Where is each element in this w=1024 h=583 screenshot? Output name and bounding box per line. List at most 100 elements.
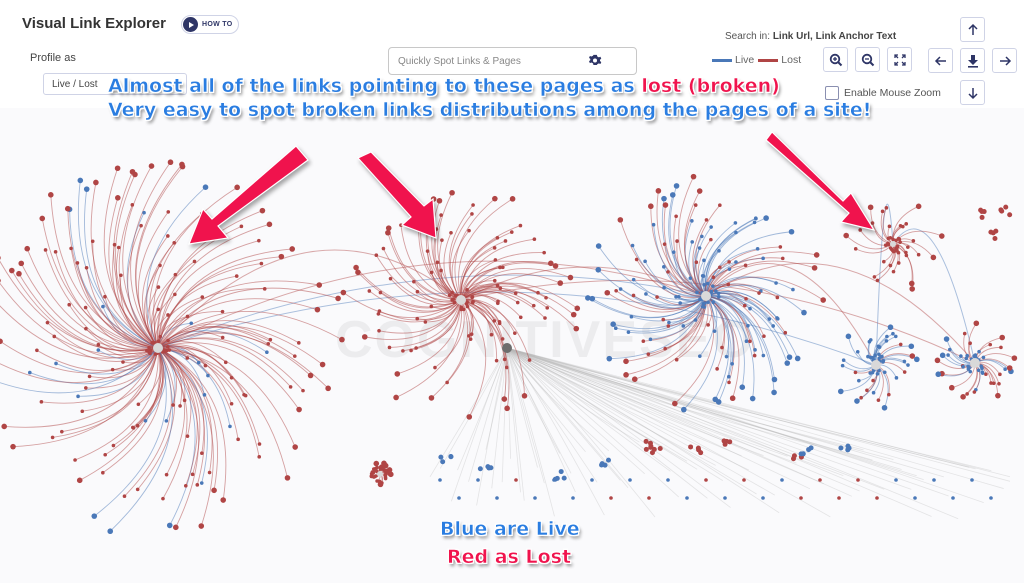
lost-node bbox=[988, 342, 993, 347]
hub-ring-node bbox=[709, 289, 714, 294]
lost-node bbox=[339, 336, 345, 343]
small-group-node bbox=[643, 438, 649, 444]
lost-node bbox=[87, 374, 92, 379]
lost-node bbox=[906, 245, 910, 249]
small-group-node bbox=[440, 459, 446, 465]
lost-node bbox=[307, 372, 314, 379]
lost-node bbox=[103, 452, 108, 457]
annotation-line-2: Very easy to spot broken links distribut… bbox=[108, 99, 872, 122]
lost-node bbox=[495, 301, 500, 306]
lost-node bbox=[39, 215, 46, 222]
lost-node bbox=[872, 275, 877, 279]
live-node bbox=[753, 216, 758, 220]
lost-node bbox=[875, 278, 880, 283]
hub-ring-node bbox=[894, 238, 898, 243]
live-node bbox=[673, 183, 680, 189]
lost-node bbox=[706, 323, 710, 327]
leaf-node bbox=[799, 496, 803, 500]
lost-node bbox=[200, 295, 205, 299]
hub-ring-node bbox=[167, 348, 172, 352]
lost-node bbox=[135, 423, 140, 428]
lost-node bbox=[909, 286, 915, 292]
lost-node bbox=[429, 304, 434, 309]
live-node bbox=[265, 350, 269, 355]
lost-node bbox=[296, 406, 302, 413]
lost-node bbox=[521, 393, 528, 399]
small-group-node bbox=[648, 443, 654, 449]
small-group-node bbox=[838, 445, 844, 451]
hub-node bbox=[871, 360, 881, 370]
lost-node bbox=[430, 196, 437, 202]
lost-node bbox=[292, 444, 298, 450]
lost-node bbox=[50, 435, 55, 440]
live-node bbox=[697, 246, 702, 250]
lost-node bbox=[674, 214, 678, 219]
lost-node bbox=[531, 303, 536, 308]
lost-node bbox=[999, 334, 1006, 341]
lost-node bbox=[111, 443, 116, 448]
leaf-node bbox=[704, 478, 708, 482]
lost-node bbox=[896, 261, 901, 265]
hub-ring-node bbox=[378, 480, 382, 484]
lost-node bbox=[780, 256, 785, 261]
small-group-node bbox=[806, 447, 812, 453]
lost-node bbox=[43, 248, 48, 252]
lost-node bbox=[948, 384, 955, 391]
live-node bbox=[771, 324, 775, 328]
lost-node bbox=[166, 210, 171, 214]
neutral-edge bbox=[506, 347, 1011, 478]
lost-node bbox=[775, 295, 780, 300]
lost-node bbox=[116, 245, 121, 250]
lost-node bbox=[694, 260, 699, 265]
lost-node bbox=[536, 290, 540, 295]
hub-ring-node bbox=[875, 372, 880, 376]
lost-node bbox=[131, 426, 136, 430]
live-node bbox=[1003, 367, 1007, 372]
lost-node bbox=[574, 305, 581, 312]
lost-node bbox=[223, 360, 228, 365]
lost-node bbox=[968, 341, 972, 346]
hub-ring-node bbox=[459, 305, 464, 310]
live-node bbox=[884, 339, 889, 343]
lost-node bbox=[631, 293, 636, 298]
small-group-node bbox=[649, 450, 655, 456]
lost-node bbox=[415, 289, 420, 294]
leaf-node bbox=[685, 496, 689, 500]
hub-ring-node bbox=[882, 370, 887, 375]
small-group-node bbox=[998, 207, 1004, 213]
lost-node bbox=[414, 346, 418, 350]
lost-node bbox=[394, 371, 401, 377]
lost-node bbox=[417, 217, 421, 222]
small-group-node bbox=[846, 445, 852, 451]
lost-node bbox=[972, 390, 977, 394]
lost-node bbox=[1011, 355, 1018, 361]
lost-node bbox=[171, 403, 175, 407]
lost-node bbox=[84, 265, 89, 270]
lost-node bbox=[965, 392, 969, 396]
lost-node bbox=[24, 245, 31, 252]
lost-node bbox=[325, 385, 331, 392]
small-group-node bbox=[477, 466, 483, 472]
hub-ring-node bbox=[714, 289, 718, 293]
live-node bbox=[734, 230, 738, 235]
lost-node bbox=[1, 423, 8, 430]
live-node bbox=[712, 329, 717, 333]
hub-ring-node bbox=[158, 334, 163, 339]
lost-node bbox=[428, 395, 435, 401]
hub-ring-node bbox=[705, 281, 710, 286]
lost-node bbox=[60, 429, 64, 434]
hub-ring-node bbox=[145, 348, 149, 353]
leaf-node bbox=[951, 496, 955, 500]
hub-node bbox=[153, 343, 163, 353]
leaf-node bbox=[647, 496, 651, 500]
lost-node bbox=[696, 188, 703, 194]
lost-node bbox=[915, 203, 922, 210]
lost-node bbox=[135, 487, 140, 492]
lost-node bbox=[498, 286, 503, 291]
lost-node bbox=[500, 337, 505, 341]
small-group-node bbox=[605, 457, 611, 463]
lost-node bbox=[870, 221, 875, 225]
lost-node bbox=[752, 353, 757, 358]
leaf-node bbox=[875, 496, 879, 500]
hub-ring-node bbox=[384, 468, 388, 473]
